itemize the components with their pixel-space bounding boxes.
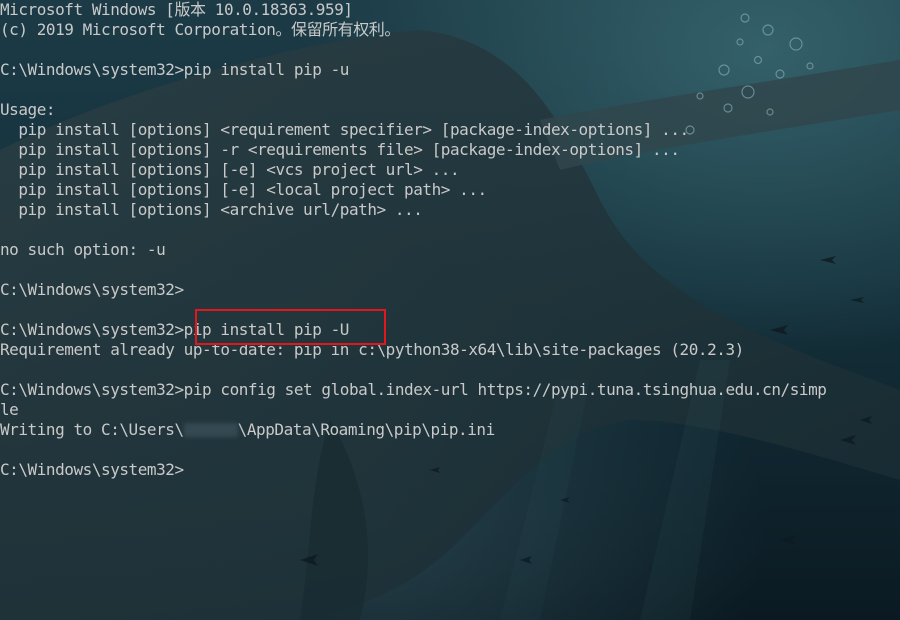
console-line-copyright: (c) 2019 Microsoft Corporation。保留所有权利。 (0, 20, 400, 39)
red-highlight-box (195, 309, 386, 345)
console-line-usage-item: pip install [options] <requirement speci… (0, 120, 689, 139)
console-line-prompt: C:\Windows\system32> (0, 280, 184, 299)
console-line-command: C:\Windows\system32>pip install pip -u (0, 60, 349, 79)
console-line-writing: Writing to C:\Users\ \AppData\Roaming\pip… (0, 420, 495, 440)
console-line-usage: Usage: (0, 100, 56, 119)
console-line-error: no such option: -u (0, 240, 166, 259)
redacted-username (183, 423, 238, 437)
writing-path-end: \AppData\Roaming\pip\pip.ini (237, 420, 496, 439)
console-line-usage-item: pip install [options] [-e] <local projec… (0, 180, 487, 199)
console-line-version: Microsoft Windows [版本 10.0.18363.959] (0, 0, 353, 19)
console-line-command-wrap: le (0, 400, 19, 419)
console-line-current-prompt: C:\Windows\system32> (0, 460, 184, 479)
console-line-usage-item: pip install [options] <archive url/path>… (0, 200, 423, 219)
console-line-usage-item: pip install [options] [-e] <vcs project … (0, 160, 460, 179)
console-line-command: C:\Windows\system32>pip config set globa… (0, 380, 827, 399)
writing-path-start: Writing to C:\Users\ (0, 420, 184, 439)
console-line-usage-item: pip install [options] -r <requirements f… (0, 140, 680, 159)
command-prompt-window[interactable]: Microsoft Windows [版本 10.0.18363.959] (c… (0, 0, 900, 620)
